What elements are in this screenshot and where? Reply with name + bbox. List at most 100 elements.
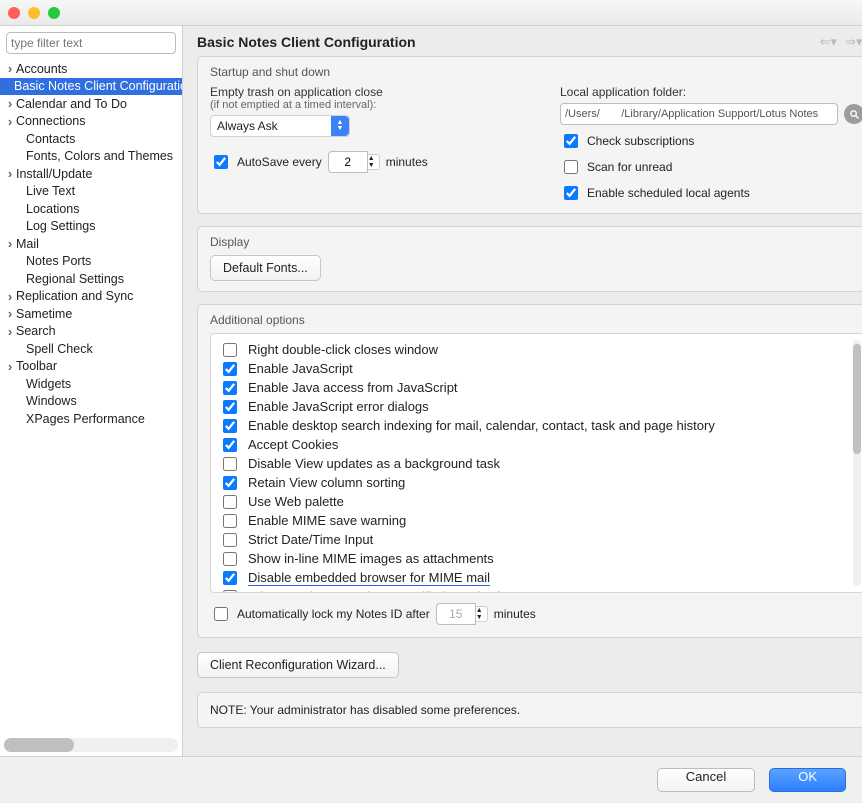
option-row[interactable]: Enable MIME save warning: [219, 511, 855, 530]
browse-icon[interactable]: [844, 104, 862, 124]
autosave-value[interactable]: [328, 151, 368, 173]
window-zoom-icon[interactable]: [48, 7, 60, 19]
sidebar-item[interactable]: Contacts: [0, 130, 182, 148]
lock-stepper[interactable]: ▲▼: [476, 606, 488, 622]
page-title: Basic Notes Client Configuration: [197, 34, 416, 50]
sidebar-item[interactable]: ›Mail: [0, 235, 182, 253]
sidebar: ›AccountsBasic Notes Client Configuratio…: [0, 26, 182, 756]
option-row[interactable]: Retain View column sorting: [219, 473, 855, 492]
sidebar-item[interactable]: Regional Settings: [0, 270, 182, 288]
option-row[interactable]: Accept Cookies: [219, 435, 855, 454]
option-checkbox[interactable]: [223, 571, 237, 585]
sidebar-item-label: Log Settings: [26, 219, 96, 233]
additional-options-list[interactable]: Right double-click closes window Enable J…: [211, 334, 862, 592]
cancel-button[interactable]: Cancel: [657, 768, 755, 792]
option-row[interactable]: Enable Java access from JavaScript: [219, 378, 855, 397]
enable-agents-checkbox[interactable]: [564, 186, 578, 200]
option-label: Disable View updates as a background tas…: [248, 456, 500, 471]
option-label: Strict Date/Time Input: [248, 532, 373, 547]
option-checkbox[interactable]: [223, 381, 237, 395]
sidebar-item[interactable]: ›Calendar and To Do: [0, 95, 182, 113]
option-row[interactable]: Enable JavaScript error dialogs: [219, 397, 855, 416]
option-row[interactable]: Disable View updates as a background tas…: [219, 454, 855, 473]
option-checkbox[interactable]: [223, 400, 237, 414]
sidebar-item[interactable]: ›Accounts: [0, 60, 182, 78]
check-subscriptions-checkbox[interactable]: [564, 134, 578, 148]
lock-checkbox[interactable]: [214, 607, 228, 621]
reconfig-wizard-button[interactable]: Client Reconfiguration Wizard...: [197, 652, 399, 678]
sidebar-item[interactable]: Locations: [0, 200, 182, 218]
sidebar-item[interactable]: Basic Notes Client Configuration: [0, 78, 182, 96]
default-fonts-button[interactable]: Default Fonts...: [210, 255, 321, 281]
nav-fwd-icon[interactable]: ⇒▾: [845, 34, 862, 50]
titlebar: [0, 0, 862, 26]
option-row[interactable]: Enable desktop search indexing for mail,…: [219, 416, 855, 435]
sidebar-item-label: Spell Check: [26, 342, 93, 356]
option-checkbox[interactable]: [223, 514, 237, 528]
preference-tree[interactable]: ›AccountsBasic Notes Client Configuratio…: [0, 60, 182, 734]
sidebar-hscroll[interactable]: [4, 738, 178, 752]
option-row[interactable]: Enable JavaScript: [219, 359, 855, 378]
option-row[interactable]: Right double-click closes window: [219, 340, 855, 359]
chevron-right-icon: ›: [4, 96, 16, 111]
sidebar-item[interactable]: Windows: [0, 393, 182, 411]
check-subscriptions-label: Check subscriptions: [587, 134, 694, 148]
window-close-icon[interactable]: [8, 7, 20, 19]
sidebar-item[interactable]: Live Text: [0, 183, 182, 201]
option-checkbox[interactable]: [223, 590, 237, 593]
sidebar-item[interactable]: ›Replication and Sync: [0, 288, 182, 306]
option-label: Enable JavaScript: [248, 361, 353, 376]
option-checkbox[interactable]: [223, 495, 237, 509]
option-row[interactable]: Show in-line MIME images as attachments: [219, 549, 855, 568]
sidebar-item-label: Sametime: [16, 307, 72, 321]
chevron-updown-icon: ▲▼: [331, 116, 349, 136]
option-row[interactable]: Disable embedded browser for MIME mail: [219, 568, 855, 587]
sidebar-item-label: Replication and Sync: [16, 289, 133, 303]
sidebar-item[interactable]: Spell Check: [0, 340, 182, 358]
sidebar-item[interactable]: ›Sametime: [0, 305, 182, 323]
chevron-right-icon: ›: [4, 236, 16, 251]
sidebar-item[interactable]: ›Connections: [0, 113, 182, 131]
empty-trash-sublabel: (if not emptied at a timed interval):: [210, 99, 510, 111]
folder-input[interactable]: [560, 103, 838, 125]
option-label: Enable desktop search indexing for mail,…: [248, 418, 715, 433]
chevron-right-icon: ›: [4, 166, 16, 181]
option-label: Accept Cookies: [248, 437, 338, 452]
window-minimize-icon[interactable]: [28, 7, 40, 19]
ok-button[interactable]: OK: [769, 768, 846, 792]
filter-input[interactable]: [6, 32, 176, 54]
option-checkbox[interactable]: [223, 438, 237, 452]
option-checkbox[interactable]: [223, 419, 237, 433]
empty-trash-select[interactable]: Always Ask ▲▼: [210, 115, 350, 137]
option-checkbox[interactable]: [223, 362, 237, 376]
option-checkbox[interactable]: [223, 552, 237, 566]
option-checkbox[interactable]: [223, 533, 237, 547]
sidebar-item-label: Basic Notes Client Configuration: [14, 79, 182, 93]
sidebar-item[interactable]: ›Search: [0, 323, 182, 341]
option-checkbox[interactable]: [223, 457, 237, 471]
option-row[interactable]: Strict Date/Time Input: [219, 530, 855, 549]
sidebar-hscroll-thumb[interactable]: [4, 738, 74, 752]
option-row[interactable]: When text language is unspecified use th…: [219, 587, 855, 592]
section-startup-title: Startup and shut down: [210, 65, 862, 79]
sidebar-item[interactable]: Notes Ports: [0, 253, 182, 271]
autosave-checkbox[interactable]: [214, 155, 228, 169]
autosave-stepper[interactable]: ▲▼: [368, 154, 380, 170]
scan-unread-checkbox[interactable]: [564, 160, 578, 174]
sidebar-item[interactable]: XPages Performance: [0, 410, 182, 428]
sidebar-item[interactable]: ›Install/Update: [0, 165, 182, 183]
options-vscroll[interactable]: [853, 340, 861, 586]
lock-value[interactable]: [436, 603, 476, 625]
options-vscroll-thumb[interactable]: [853, 344, 861, 454]
sidebar-item[interactable]: Widgets: [0, 375, 182, 393]
sidebar-item[interactable]: Log Settings: [0, 218, 182, 236]
option-checkbox[interactable]: [223, 343, 237, 357]
sidebar-item[interactable]: Fonts, Colors and Themes: [0, 148, 182, 166]
nav-arrows: ⇐▾ ⇒▾ ▾: [820, 34, 862, 50]
nav-back-icon[interactable]: ⇐▾: [820, 34, 837, 50]
scan-unread-label: Scan for unread: [587, 160, 672, 174]
option-checkbox[interactable]: [223, 476, 237, 490]
enable-agents-label: Enable scheduled local agents: [587, 186, 750, 200]
option-row[interactable]: Use Web palette: [219, 492, 855, 511]
sidebar-item[interactable]: ›Toolbar: [0, 358, 182, 376]
